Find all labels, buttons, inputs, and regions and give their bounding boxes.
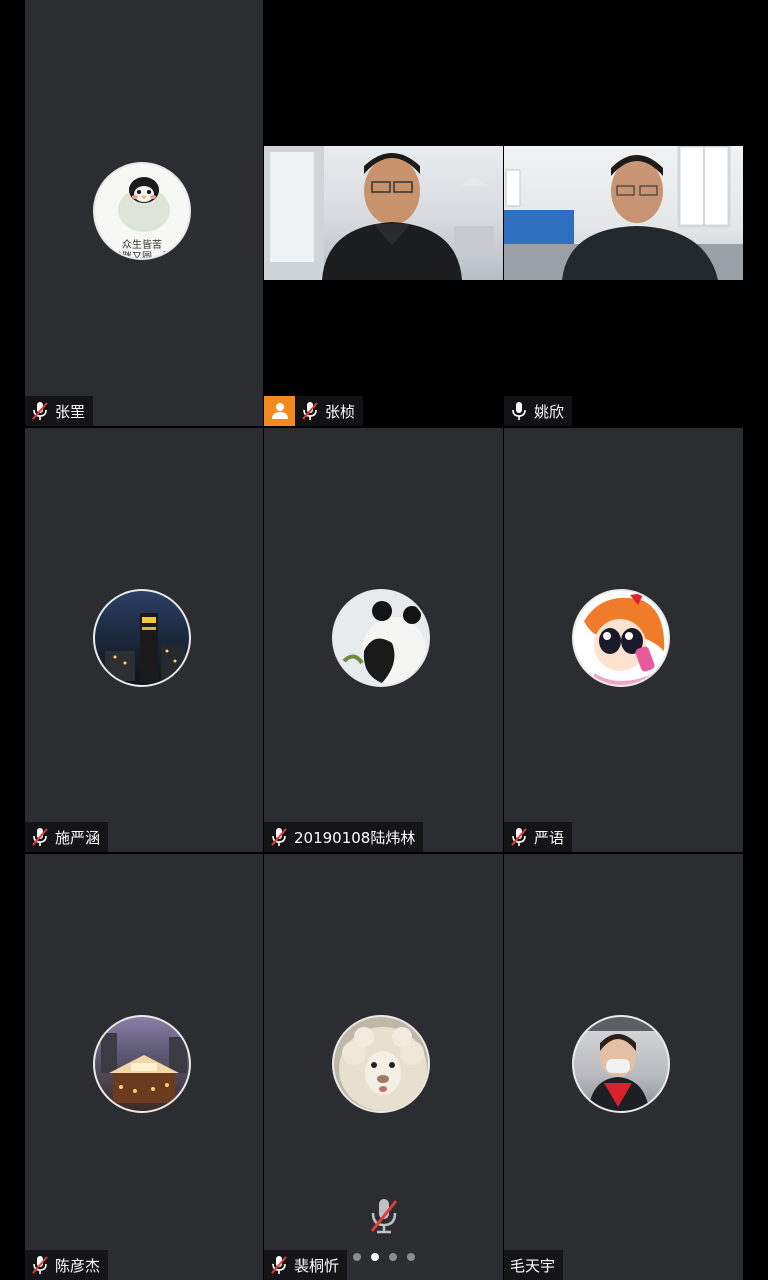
person-icon: [271, 403, 288, 419]
participant-tile-5[interactable]: 20190108陆炜林: [264, 428, 503, 852]
name-label: 20190108陆炜林: [264, 822, 424, 852]
participant-tile-4[interactable]: 施严涵: [25, 428, 263, 852]
page-dot-active[interactable]: [371, 1253, 379, 1261]
avatar: [572, 589, 670, 687]
participant-tile-1[interactable]: 众生皆苦 又胖又圆，吾 张罜: [25, 0, 263, 426]
avatar: [332, 589, 430, 687]
mic-muted-icon: [302, 402, 318, 420]
participant-tile-9[interactable]: 毛天宇: [504, 854, 743, 1280]
mic-muted-icon: [32, 828, 48, 846]
participant-name: 姚欣: [534, 402, 565, 421]
avatar-caption-2: 又胖又圆，吾: [112, 252, 172, 260]
participant-name: 张桢: [325, 402, 356, 421]
avatar: [93, 589, 191, 687]
mic-muted-icon: [32, 402, 48, 420]
video-feed: [264, 146, 503, 280]
participant-name: 严语: [534, 828, 565, 847]
name-label: 张罜: [25, 396, 94, 426]
mic-muted-icon[interactable]: [368, 1197, 400, 1235]
page-dot[interactable]: [389, 1253, 397, 1261]
mic-icon: [512, 402, 526, 420]
name-label: 严语: [504, 822, 573, 852]
name-label: 张桢: [295, 396, 364, 426]
name-label: 姚欣: [504, 396, 573, 426]
avatar: 众生皆苦 又胖又圆，吾: [93, 162, 191, 260]
participant-name: 施严涵: [55, 828, 101, 847]
participant-tile-8[interactable]: 裴桐忻: [264, 854, 503, 1280]
avatar: [572, 1015, 670, 1113]
page-dot[interactable]: [353, 1253, 361, 1261]
avatar: [332, 1015, 430, 1113]
participant-tile-3[interactable]: 姚欣: [504, 0, 743, 426]
participant-name: 20190108陆炜林: [294, 828, 416, 847]
page-indicator[interactable]: [0, 1252, 768, 1262]
participant-name: 张罜: [55, 402, 86, 421]
mic-muted-icon: [271, 828, 287, 846]
page-dot[interactable]: [407, 1253, 415, 1261]
mic-muted-icon: [511, 828, 527, 846]
host-badge: [264, 396, 295, 426]
participant-tile-6[interactable]: 严语: [504, 428, 743, 852]
name-label: 施严涵: [25, 822, 109, 852]
video-feed: [504, 146, 743, 280]
avatar: [93, 1015, 191, 1113]
participant-tile-7[interactable]: 陈彦杰: [25, 854, 263, 1280]
participant-tile-2[interactable]: 张桢: [264, 0, 503, 426]
